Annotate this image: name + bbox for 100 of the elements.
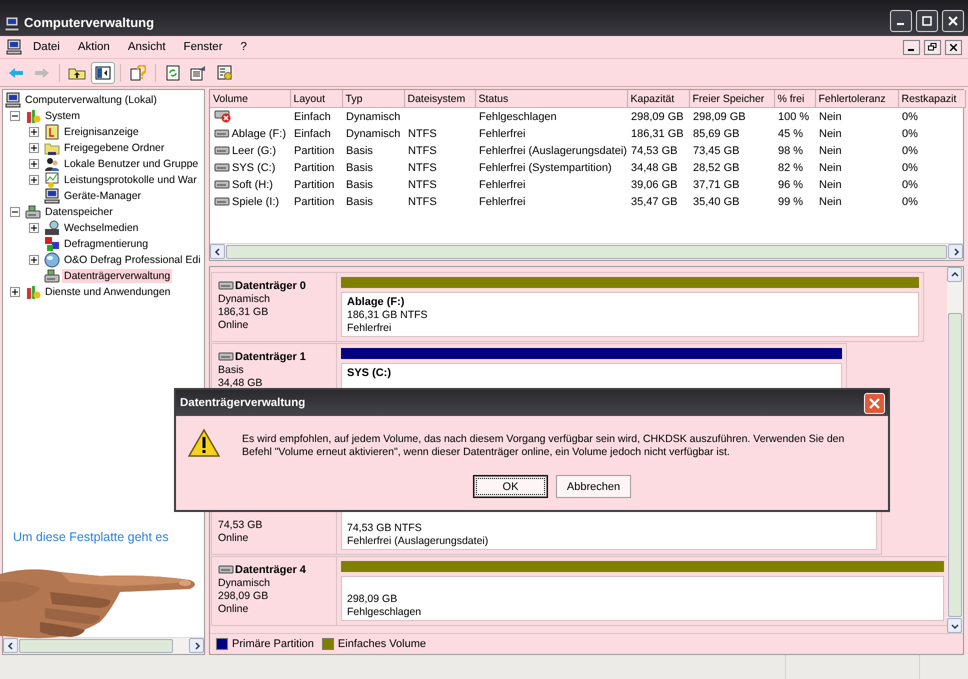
table-cell: Basis	[346, 178, 373, 190]
table-cell: Partition	[294, 196, 334, 208]
collapse-toggle[interactable]	[10, 207, 20, 217]
dialog-title: Datenträgerverwaltung	[180, 397, 306, 409]
table-cell: Fehlerfrei	[479, 178, 526, 190]
table-cell: Basis	[346, 144, 373, 156]
column-header[interactable]: Freier Speicher	[689, 90, 774, 108]
menu-item[interactable]: Ansicht	[120, 39, 173, 55]
table-cell: 99 %	[778, 196, 804, 208]
disk-status: Online	[218, 531, 250, 544]
menu-item[interactable]: Fenster	[176, 39, 230, 55]
annotation-text: Um diese Festplatte geht es	[13, 530, 169, 544]
table-cell: 37,71 GB	[693, 178, 740, 190]
tree-item[interactable]: Wechselmedien	[62, 221, 141, 235]
expand-toggle[interactable]	[29, 223, 39, 233]
column-header[interactable]: Status	[475, 90, 627, 108]
expand-toggle[interactable]	[10, 287, 20, 297]
table-cell: 0%	[902, 128, 918, 140]
tree-item[interactable]: Datenträgerverwaltung	[62, 269, 172, 283]
table-cell: 186,31 GB	[631, 128, 684, 140]
disk-type: Dynamisch	[218, 576, 271, 589]
tree-item[interactable]: Dienste und Anwendungen	[43, 285, 173, 299]
column-header[interactable]: Typ	[342, 90, 404, 108]
column-header[interactable]: Fehlertoleranz	[815, 90, 898, 108]
partition-label: SYS (C:)	[347, 366, 392, 379]
tree-item[interactable]: Lokale Benutzer und Gruppe	[62, 157, 200, 171]
table-cell: 298,09 GB	[693, 110, 746, 122]
partition-status: Fehlerfrei	[347, 321, 392, 334]
maximize-button[interactable]	[916, 10, 938, 32]
menu-item[interactable]: Aktion	[70, 39, 117, 55]
tree-item[interactable]: Computerverwaltung (Lokal)	[23, 93, 159, 107]
menu-item[interactable]: ?	[234, 39, 254, 55]
drive-icon	[44, 268, 60, 284]
column-header[interactable]: Kapazität	[627, 90, 689, 108]
scroll-down-icon	[950, 622, 958, 630]
collapse-toggle[interactable]	[10, 111, 20, 121]
toolbar-button[interactable]	[91, 62, 115, 84]
partition-box[interactable]: Ablage (F:) 186,31 GB NTFS Fehlerfrei	[341, 292, 919, 337]
expand-toggle[interactable]	[29, 127, 39, 137]
column-header[interactable]: % frei	[774, 90, 815, 108]
partition-label: Ablage (F:)	[347, 295, 406, 308]
expand-toggle[interactable]	[29, 143, 39, 153]
tree-item[interactable]: Defragmentierung	[62, 237, 150, 251]
column-header[interactable]: Volume	[210, 90, 290, 108]
expand-toggle[interactable]	[29, 175, 39, 185]
plus-icon	[31, 161, 37, 167]
table-cell: NTFS	[408, 144, 437, 156]
table-cell: Spiele (I:)	[232, 196, 280, 208]
tree-item[interactable]: System	[43, 109, 82, 123]
disk-size: 186,31 GB	[218, 305, 270, 318]
expand-toggle[interactable]	[29, 255, 39, 265]
table-cell: Partition	[294, 162, 334, 174]
vertical-scrollbar[interactable]	[947, 267, 963, 633]
table-cell: Einfach	[294, 128, 331, 140]
partition-info: 186,31 GB NTFS	[347, 308, 429, 321]
tree-item[interactable]: Datenspeicher	[43, 205, 115, 219]
close-button[interactable]	[945, 40, 962, 54]
media-icon	[44, 220, 60, 236]
partition-info: 298,09 GB	[347, 592, 398, 605]
tree-item[interactable]: Ereignisanzeige	[62, 125, 141, 139]
tree-item[interactable]: Leistungsprotokolle und War	[62, 173, 199, 187]
help-icon	[130, 64, 146, 80]
tree-item[interactable]: Geräte-Manager	[62, 189, 144, 203]
minimize-button[interactable]	[903, 40, 920, 54]
chart-icon	[44, 172, 60, 188]
table-cell: Einfach	[294, 110, 331, 122]
app-icon	[4, 16, 20, 32]
tree-item[interactable]: O&O Defrag Professional Edi	[62, 253, 203, 267]
close-icon	[948, 16, 958, 26]
menu-item[interactable]: Datei	[26, 39, 67, 55]
disk-size: 34,48 GB	[218, 376, 264, 389]
dialog-button[interactable]: OK	[473, 475, 548, 498]
column-header[interactable]: Restkapazit	[898, 90, 965, 108]
partition-box[interactable]: 298,09 GB Fehlgeschlagen	[341, 576, 944, 621]
computer-icon	[44, 188, 60, 204]
disk-type: Dynamisch	[218, 292, 271, 305]
horizontal-scrollbar[interactable]	[210, 243, 963, 260]
drive-icon	[25, 204, 41, 220]
export-list-icon	[190, 64, 208, 80]
table-cell: Fehlerfrei (Systempartition)	[479, 162, 612, 174]
tree-item[interactable]: Freigegebene Ordner	[62, 141, 166, 155]
table-cell: 74,53 GB	[631, 144, 678, 156]
plus-icon	[12, 289, 18, 295]
horizontal-scrollbar[interactable]	[3, 637, 204, 654]
disk-size: 298,09 GB	[218, 589, 270, 602]
table-cell: NTFS	[408, 162, 437, 174]
minus-icon	[12, 209, 18, 215]
plus-icon	[31, 225, 37, 231]
scroll-right-icon	[952, 248, 960, 256]
column-header[interactable]: Layout	[290, 90, 342, 108]
document-icon	[6, 39, 22, 55]
restore-button[interactable]	[924, 40, 941, 54]
column-header[interactable]: Dateisystem	[404, 90, 475, 108]
log-icon	[44, 124, 60, 140]
table-cell: 0%	[902, 110, 918, 122]
table-cell: 0%	[902, 162, 918, 174]
window-title: Computerverwaltung	[24, 15, 156, 32]
table-cell: 85,69 GB	[693, 128, 740, 140]
expand-toggle[interactable]	[29, 159, 39, 169]
dialog-button[interactable]: Abbrechen	[556, 475, 631, 498]
